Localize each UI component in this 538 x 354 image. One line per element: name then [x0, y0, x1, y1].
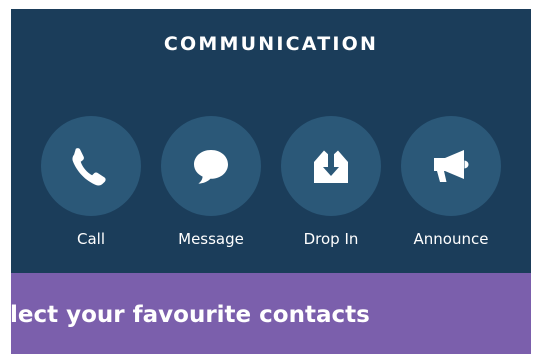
drop-in-label: Drop In: [303, 230, 359, 248]
favourite-contacts-banner[interactable]: lect your favourite contacts: [11, 273, 531, 354]
announce-label: Announce: [413, 230, 489, 248]
message-label: Message: [178, 230, 244, 248]
announce-button[interactable]: Announce: [391, 116, 511, 256]
speech-bubble-icon: [194, 150, 228, 184]
call-button[interactable]: Call: [31, 116, 151, 256]
communication-screen: COMMUNICATION Call Message Drop In Annou…: [11, 9, 531, 354]
communication-panel: COMMUNICATION Call Message Drop In Annou…: [11, 9, 531, 273]
drop-in-button[interactable]: Drop In: [271, 116, 391, 256]
megaphone-icon: [434, 150, 469, 182]
call-label: Call: [76, 230, 105, 248]
drop-in-icon: [314, 150, 348, 183]
drop-in-circle[interactable]: [281, 116, 381, 216]
message-circle[interactable]: [161, 116, 261, 216]
call-circle[interactable]: [41, 116, 141, 216]
phone-icon: [72, 148, 106, 186]
announce-circle[interactable]: [401, 116, 501, 216]
banner-text: lect your favourite contacts: [11, 302, 370, 328]
page-title: COMMUNICATION: [163, 33, 379, 55]
message-button[interactable]: Message: [151, 116, 271, 256]
